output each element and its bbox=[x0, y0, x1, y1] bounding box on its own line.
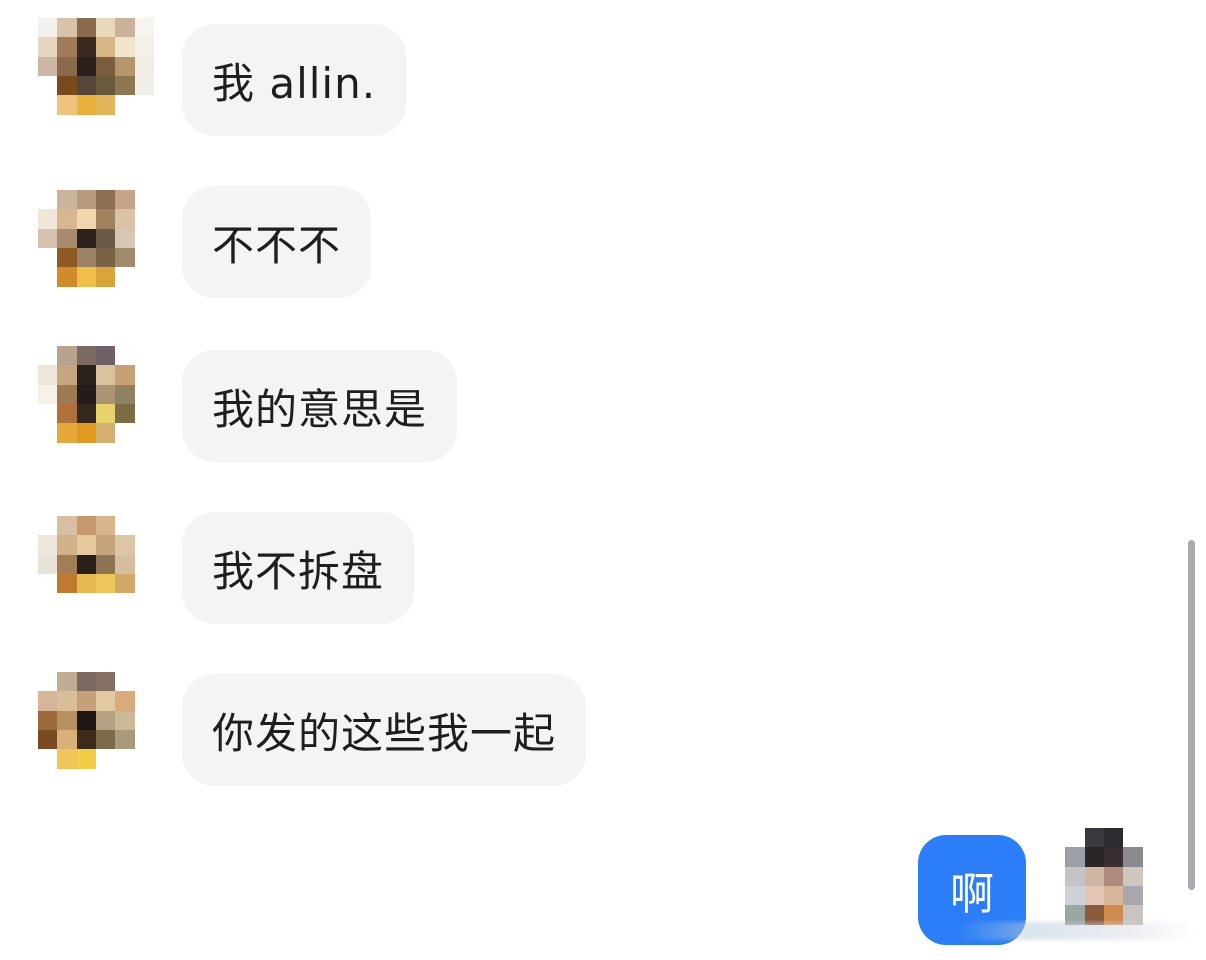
scrollbar[interactable] bbox=[1188, 540, 1195, 890]
message-bubble[interactable]: 我 allin. bbox=[182, 24, 407, 136]
contact-avatar[interactable] bbox=[38, 516, 154, 632]
contact-avatar[interactable] bbox=[38, 190, 154, 306]
message-bubble[interactable]: 你发的这些我一起 bbox=[182, 674, 587, 786]
contact-avatar[interactable] bbox=[38, 672, 154, 788]
contact-avatar[interactable] bbox=[38, 18, 154, 134]
message-bubble[interactable]: 我不拆盘 bbox=[182, 512, 415, 624]
message-bubble[interactable]: 不不不 bbox=[182, 186, 372, 298]
contact-avatar[interactable] bbox=[38, 346, 154, 462]
watermark bbox=[958, 922, 1196, 940]
message-bubble[interactable]: 我的意思是 bbox=[182, 350, 458, 462]
